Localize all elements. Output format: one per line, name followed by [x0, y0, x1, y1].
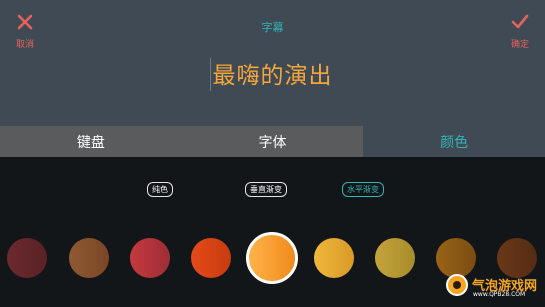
cancel-label: 取消: [15, 40, 34, 50]
gradient-type-horizontal[interactable]: 水平渐变: [342, 182, 384, 197]
watermark: 气泡游戏网 www.QPB28.COM: [446, 272, 542, 304]
editor-header: 取消 字幕 确定 最嗨的演出: [0, 0, 545, 126]
watermark-url: www.QPB28.COM: [473, 291, 526, 298]
check-icon: [511, 14, 529, 29]
caption-preview-text[interactable]: 最嗨的演出: [0, 56, 545, 90]
color-swatch[interactable]: [191, 238, 231, 278]
color-swatch[interactable]: [7, 238, 47, 278]
watermark-logo-icon: [446, 274, 468, 296]
gradient-type-vertical[interactable]: 垂直渐变: [245, 182, 287, 197]
tab-bar: 键盘 字体 颜色: [0, 126, 545, 157]
tab-keyboard[interactable]: 键盘: [0, 126, 182, 157]
confirm-label: 确定: [510, 40, 529, 50]
tab-color[interactable]: 颜色: [363, 126, 545, 157]
color-swatch[interactable]: [314, 238, 354, 278]
gradient-type-solid[interactable]: 纯色: [147, 182, 173, 197]
page-title: 字幕: [261, 21, 284, 34]
color-swatch[interactable]: [375, 238, 415, 278]
confirm-button[interactable]: 确定: [500, 14, 540, 50]
color-swatch[interactable]: [130, 238, 170, 278]
color-swatch[interactable]: [246, 232, 298, 284]
tab-font[interactable]: 字体: [181, 126, 364, 157]
color-swatch[interactable]: [69, 238, 109, 278]
